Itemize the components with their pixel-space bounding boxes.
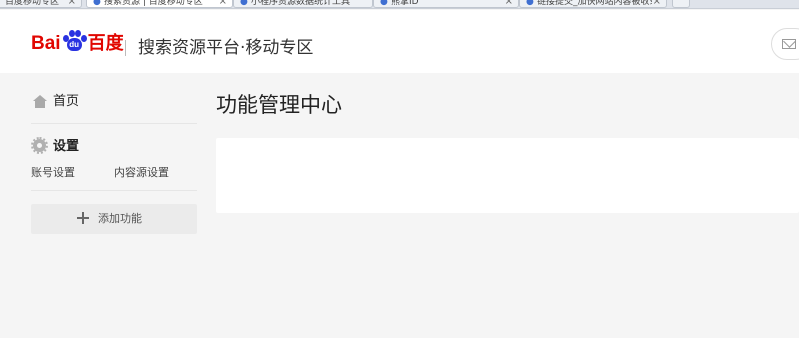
platform-title: 搜索资源平台·移动专区 (138, 38, 314, 58)
paw-icon: du (62, 30, 87, 52)
tab-title: 小程序资源数据统计工具 (251, 0, 351, 7)
mail-button[interactable] (771, 28, 799, 60)
sidebar-item-settings[interactable]: 设置 (31, 136, 197, 156)
site-header: Bai du 百度 搜索资源平台·移动专区 (0, 10, 799, 73)
plus-icon (77, 212, 89, 224)
paw-icon: ● (526, 0, 534, 7)
tab-title: 搜索资源 | 百度移动专区 (104, 0, 203, 7)
tab-title: 链接提交_加快网站内容被收录 (537, 0, 652, 7)
page-title: 功能管理中心 (216, 93, 342, 117)
logo-divider (125, 40, 126, 56)
browser-tab[interactable]: 百度移动专区 × (0, 0, 82, 8)
browser-tab-strip: 百度移动专区 × ● 搜索资源 | 百度移动专区 × ● 小程序资源数据统计工具… (0, 0, 799, 9)
add-function-label: 添加功能 (98, 212, 142, 225)
logo-text: Bai (31, 33, 61, 54)
tab-title: 熊掌ID (391, 0, 419, 7)
sidebar-subitem-account-settings[interactable]: 账号设置 (31, 166, 75, 180)
new-tab-button[interactable] (672, 0, 690, 8)
close-icon[interactable]: × (219, 0, 227, 7)
logo-text-cn: 百度 (87, 33, 124, 53)
sidebar-item-label: 设置 (53, 139, 80, 154)
sidebar-item-home[interactable]: 首页 (31, 91, 197, 113)
gear-icon (31, 137, 48, 154)
paw-icon: ● (380, 0, 388, 7)
close-icon[interactable]: × (653, 0, 661, 7)
divider (31, 123, 197, 124)
mail-icon (782, 39, 796, 49)
tab-title: 百度移动专区 (5, 0, 60, 7)
home-icon (33, 95, 47, 108)
sidebar-subitem-content-source-settings[interactable]: 内容源设置 (114, 166, 169, 180)
divider (31, 190, 197, 191)
paw-icon: ● (93, 0, 101, 7)
sidebar-item-label: 首页 (53, 94, 80, 109)
browser-tab[interactable]: ● 小程序资源数据统计工具 (233, 0, 373, 8)
logo-paw-text: du (66, 38, 82, 51)
close-icon[interactable]: × (68, 0, 76, 7)
close-icon[interactable]: × (505, 0, 513, 7)
baidu-logo[interactable]: Bai du 百度 (31, 30, 124, 54)
add-function-button[interactable]: 添加功能 (31, 204, 197, 234)
paw-icon: ● (240, 0, 248, 7)
browser-tab[interactable]: ● 链接提交_加快网站内容被收录 × (519, 0, 667, 8)
content-card (216, 138, 799, 213)
browser-tab[interactable]: ● 熊掌ID × (373, 0, 519, 8)
browser-tab-active[interactable]: ● 搜索资源 | 百度移动专区 × (86, 0, 233, 8)
sidebar: 首页 设置 账号设置 内容源设置 添加功能 (0, 73, 210, 338)
